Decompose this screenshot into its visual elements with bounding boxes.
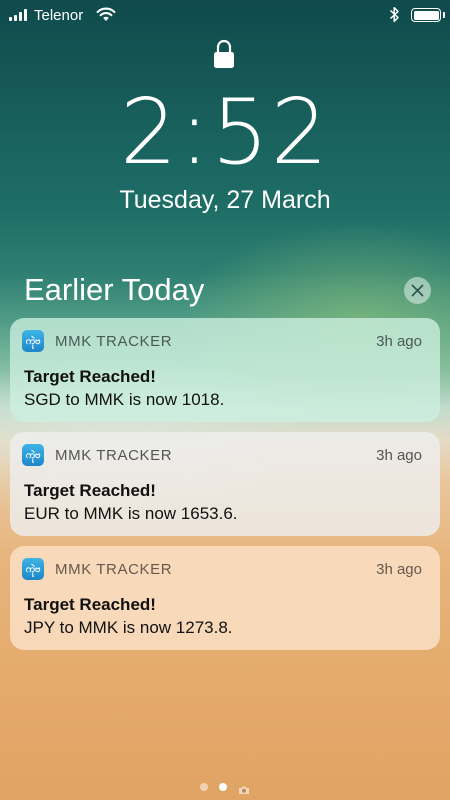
notification-card[interactable]: ကုဲဗ MMK TRACKER 3h ago Target Reached! … — [10, 432, 440, 536]
signal-icon — [9, 9, 27, 21]
notification-card[interactable]: ကုဲဗ MMK TRACKER 3h ago Target Reached! … — [10, 546, 440, 650]
app-icon: ကုဲဗ — [22, 330, 44, 352]
app-icon: ကုဲဗ — [22, 444, 44, 466]
notification-app-name: MMK TRACKER — [55, 561, 173, 578]
notification-title: Target Reached! — [24, 481, 156, 500]
notification-app-name: MMK TRACKER — [55, 333, 173, 350]
notification-title: Target Reached! — [24, 595, 156, 614]
notification-card[interactable]: ကုဲဗ MMK TRACKER 3h ago Target Reached! … — [10, 318, 440, 422]
lock-icon — [211, 38, 237, 75]
notification-body: JPY to MMK is now 1273.8. — [24, 618, 233, 637]
camera-icon[interactable] — [238, 782, 250, 794]
lock-screen-time: 2:52 — [119, 80, 331, 185]
page-dot[interactable] — [200, 783, 208, 791]
close-icon — [411, 284, 424, 297]
notification-title: Target Reached! — [24, 367, 156, 386]
page-indicator[interactable] — [0, 782, 450, 794]
battery-icon — [411, 8, 441, 22]
carrier-name: Telenor — [34, 7, 84, 24]
wifi-icon — [96, 7, 116, 26]
notification-time: 3h ago — [376, 561, 422, 578]
lock-screen-date: Tuesday, 27 March — [119, 186, 331, 214]
notification-body: EUR to MMK is now 1653.6. — [24, 504, 238, 523]
notification-app-name: MMK TRACKER — [55, 447, 173, 464]
battery-nub — [443, 12, 445, 18]
clear-notifications-button[interactable] — [404, 277, 431, 304]
section-title: Earlier Today — [24, 272, 205, 307]
app-icon: ကုဲဗ — [22, 558, 44, 580]
status-bar: Telenor — [0, 0, 450, 32]
notification-body: SGD to MMK is now 1018. — [24, 390, 225, 409]
battery-level — [413, 10, 439, 20]
notification-time: 3h ago — [376, 333, 422, 350]
bluetooth-icon — [389, 6, 400, 27]
notification-time: 3h ago — [376, 447, 422, 464]
page-dot-active[interactable] — [219, 783, 227, 791]
